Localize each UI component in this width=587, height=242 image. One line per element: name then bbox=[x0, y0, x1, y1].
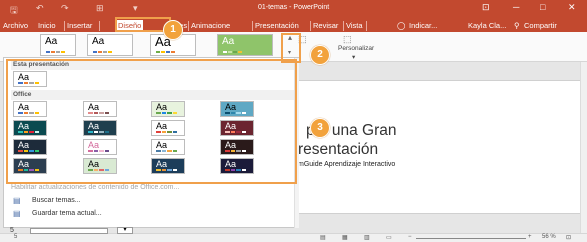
zoom-slider[interactable] bbox=[416, 238, 526, 239]
slide-title-line2[interactable]: resentación bbox=[298, 141, 378, 159]
chevron-down-icon[interactable]: ▾ bbox=[352, 53, 355, 61]
step-badge-2: 2 bbox=[310, 45, 330, 65]
minimize-button[interactable]: ─ bbox=[513, 2, 519, 12]
thumbnail-slide-number: 5 bbox=[10, 227, 14, 234]
slide-sorter-icon[interactable]: ▦ bbox=[342, 234, 348, 241]
lightbulb-icon: ◯ bbox=[397, 21, 406, 30]
highlight-themes-gallery bbox=[6, 59, 297, 184]
tab-separator bbox=[64, 21, 65, 31]
theme-thumbnail[interactable]: Aa bbox=[40, 34, 76, 56]
close-button[interactable]: ✕ bbox=[568, 2, 576, 13]
reading-view-icon[interactable]: ▥ bbox=[364, 234, 370, 241]
browse-themes-item[interactable]: Buscar temas... bbox=[32, 197, 81, 204]
step-badge-1: 1 bbox=[163, 20, 183, 40]
format-background-icon[interactable]: ⬚ bbox=[343, 34, 352, 45]
start-from-beginning-icon[interactable]: ⊞ bbox=[96, 3, 104, 14]
status-bar: 5 ▤ ▦ ▥ ▭ − + 56 % ⊡ bbox=[0, 233, 587, 242]
fit-to-window-icon[interactable]: ⊡ bbox=[566, 234, 571, 241]
zoom-out-button[interactable]: − bbox=[408, 234, 412, 240]
save-theme-icon: ▤ bbox=[13, 209, 21, 218]
customize-qat-icon[interactable]: ▾ bbox=[133, 3, 138, 14]
step-badge-3: 3 bbox=[310, 118, 330, 138]
tab-separator bbox=[310, 21, 311, 31]
slideshow-icon[interactable]: ▭ bbox=[386, 234, 392, 241]
tab-insertar[interactable]: Insertar bbox=[67, 20, 92, 32]
save-icon[interactable]: 🖫 bbox=[10, 3, 18, 19]
slide-number: 5 bbox=[14, 234, 18, 240]
save-theme-item[interactable]: Guardar tema actual... bbox=[32, 210, 102, 217]
tab-archivo[interactable]: Archivo bbox=[3, 20, 28, 32]
tab-separator bbox=[343, 21, 344, 31]
chevron-down-icon[interactable]: ▾ bbox=[117, 227, 133, 234]
enable-updates-item: Habilitar actualizaciones de contenido d… bbox=[11, 184, 180, 191]
tab-separator bbox=[252, 21, 253, 31]
share-button[interactable]: Compartir bbox=[524, 20, 557, 32]
theme-thumbnail[interactable]: Aa bbox=[87, 34, 133, 56]
zoom-in-button[interactable]: + bbox=[528, 234, 532, 240]
tab-presentacion[interactable]: Presentación bbox=[255, 20, 299, 32]
slide-canvas[interactable]: p a una Gran resentación mGuide Aprendiz… bbox=[283, 80, 581, 214]
user-name[interactable]: Kayla Cla... bbox=[468, 20, 506, 32]
ribbon-display-icon[interactable]: ⊡ bbox=[482, 2, 490, 13]
zoom-level[interactable]: 56 % bbox=[542, 234, 556, 240]
window-title: 01-temas - PowerPoint bbox=[258, 4, 330, 11]
tab-vista[interactable]: Vista bbox=[346, 20, 363, 32]
tab-animaciones[interactable]: Animacione bbox=[191, 20, 230, 32]
tab-inicio[interactable]: Inicio bbox=[38, 20, 56, 32]
slide-subtitle[interactable]: mGuide Aprendizaje Interactivo bbox=[298, 161, 395, 168]
title-bar: 🖫 ↶ ↷ ⊞ ▾ 01-temas - PowerPoint ⊡ ─ □ ✕ … bbox=[0, 0, 587, 32]
maximize-button[interactable]: □ bbox=[540, 2, 545, 12]
redo-icon[interactable]: ↷ bbox=[61, 3, 69, 14]
tab-separator bbox=[366, 21, 367, 31]
customize-label[interactable]: Personalizar bbox=[338, 45, 374, 52]
tab-separator bbox=[188, 21, 189, 31]
tab-separator bbox=[99, 21, 100, 31]
normal-view-icon[interactable]: ▤ bbox=[320, 234, 326, 241]
share-icon[interactable]: ⚲ bbox=[514, 20, 520, 32]
tab-revisar[interactable]: Revisar bbox=[313, 20, 338, 32]
undo-icon[interactable]: ↶ bbox=[36, 3, 44, 14]
editor-scrollbar[interactable] bbox=[580, 62, 587, 233]
browse-themes-icon: ▤ bbox=[13, 196, 21, 205]
tell-me-input[interactable]: Indicar... bbox=[409, 20, 437, 32]
slide-thumbnail[interactable] bbox=[30, 228, 108, 234]
theme-thumbnail[interactable]: Aa bbox=[217, 34, 273, 56]
